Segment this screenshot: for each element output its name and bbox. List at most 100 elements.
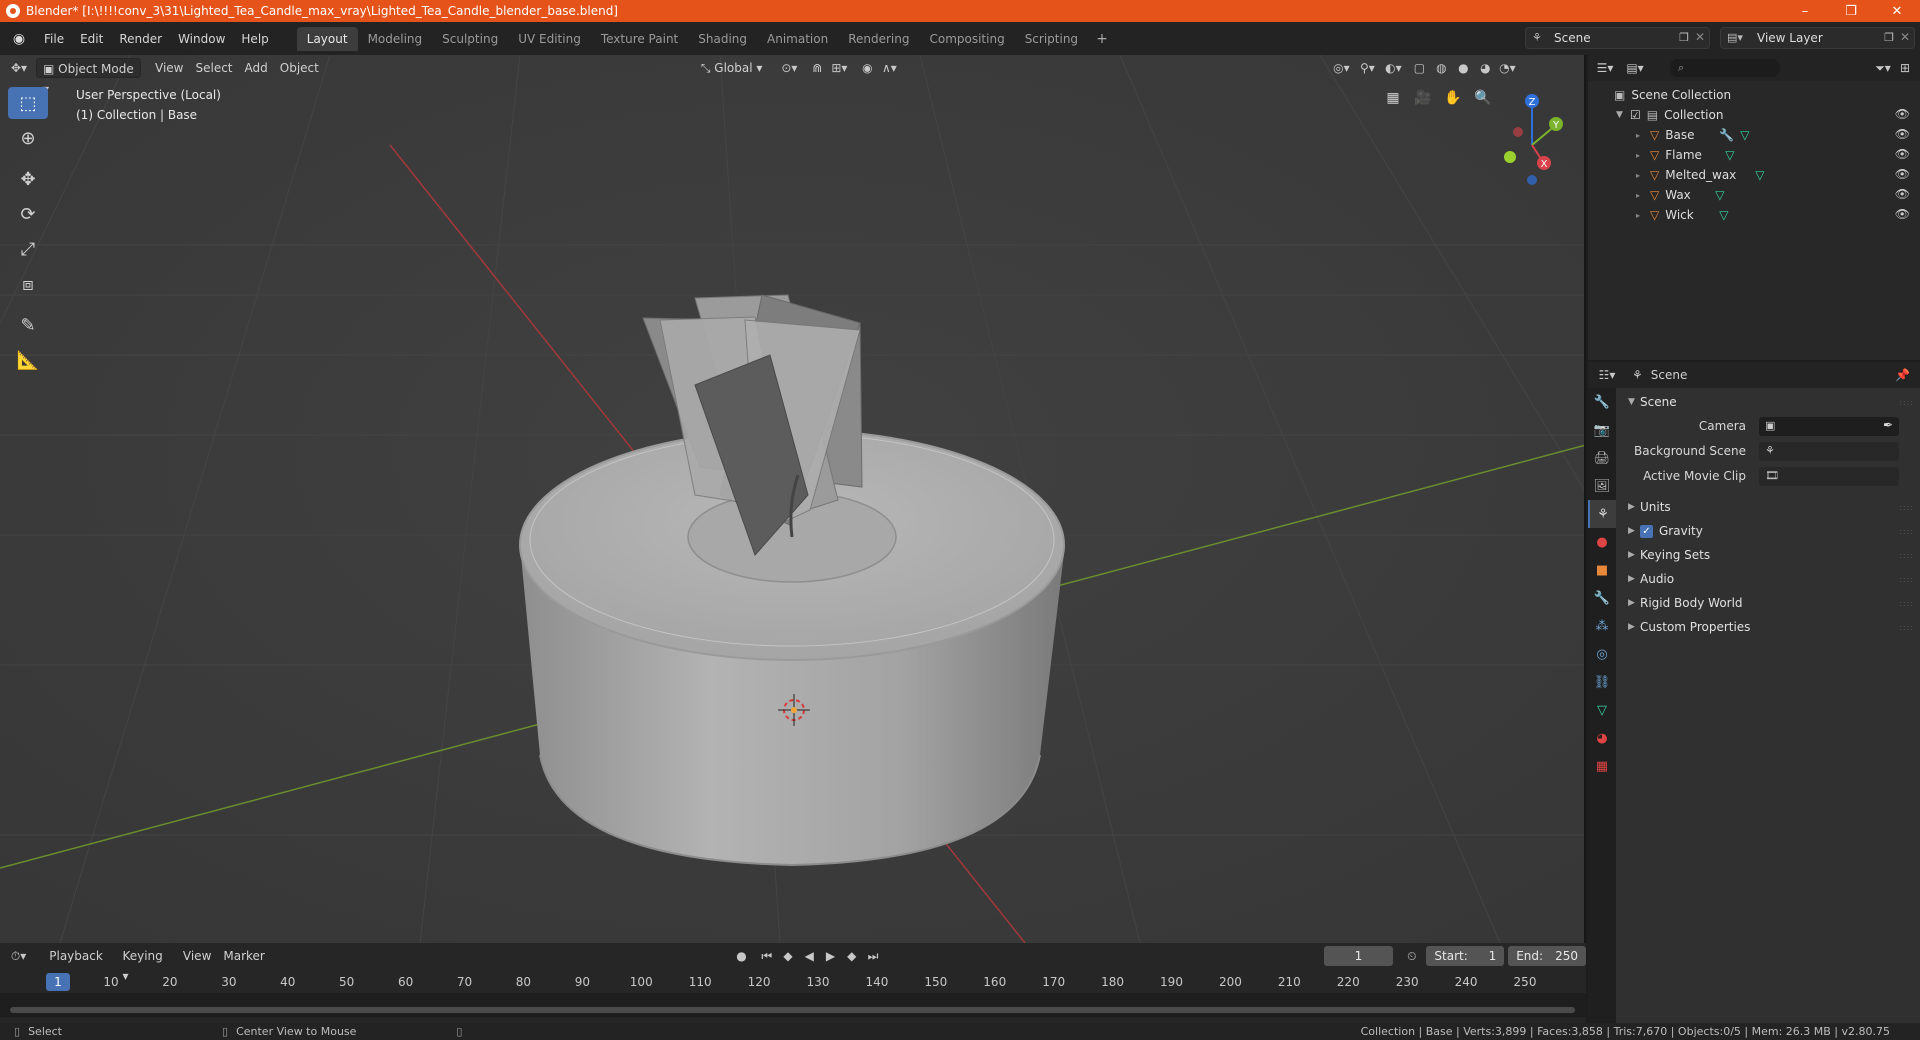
measure-tool-icon[interactable]: 📐 <box>8 344 48 376</box>
pivot-point-icon[interactable]: ⊙▾ <box>778 58 800 78</box>
menu-timeline-view[interactable]: View <box>177 946 217 966</box>
drag-handle-icon[interactable]: :::: <box>1899 398 1914 407</box>
checkbox-icon[interactable]: ☑ <box>1630 108 1641 122</box>
menu-add[interactable]: Add <box>239 58 274 78</box>
background-scene-field[interactable]: ⚘ <box>1759 442 1899 461</box>
menu-file[interactable]: File <box>36 28 72 50</box>
proportional-edit-icon[interactable]: ◉ <box>856 58 878 78</box>
blender-menu-icon[interactable]: ◉ <box>8 28 30 50</box>
view-layer-selector[interactable]: ▤▾ View Layer ❐ ✕ <box>1720 27 1915 49</box>
menu-help[interactable]: Help <box>233 28 276 50</box>
move-tool-icon[interactable]: ✥ <box>8 163 48 195</box>
overlay-icon[interactable]: ◐▾ <box>1382 58 1404 78</box>
select-box-tool-icon[interactable]: ⬚ <box>8 87 48 119</box>
menu-playback[interactable]: Playback ▾ <box>43 946 116 983</box>
close-button[interactable]: ✕ <box>1874 0 1920 22</box>
mode-dropdown[interactable]: ▣ Object Mode ▾ <box>36 58 141 96</box>
camera-field[interactable]: ▣ ✒ <box>1759 417 1899 436</box>
start-frame-field[interactable]: Start: 1 <box>1426 946 1505 966</box>
menu-edit[interactable]: Edit <box>72 28 111 50</box>
render-tab-icon[interactable]: 📷 <box>1588 416 1616 444</box>
outliner-item-wax[interactable]: ▸ ▽ Wax ▽ 👁 <box>1588 185 1920 205</box>
eye-icon[interactable]: 👁 <box>1895 147 1910 161</box>
modifiers-tab-icon[interactable]: 🔧 <box>1588 584 1616 612</box>
tab-modeling[interactable]: Modeling <box>358 27 433 51</box>
gizmo-icon[interactable]: ⚲▾ <box>1356 58 1378 78</box>
scene-collection-row[interactable]: ▣ Scene Collection <box>1588 85 1920 105</box>
object-tab-icon[interactable]: ■ <box>1588 556 1616 584</box>
constraints-tab-icon[interactable]: ⛓ <box>1588 668 1616 696</box>
delete-scene-icon[interactable]: ✕ <box>1695 30 1705 44</box>
tab-uv-editing[interactable]: UV Editing <box>508 27 591 51</box>
tab-animation[interactable]: Animation <box>757 27 838 51</box>
outliner-editor[interactable]: ☰▾ ▤▾ ⌕ ⏷▾ ⊞ ▣ Scene Collection ▼ ☑ ▤ Co… <box>1588 55 1920 360</box>
expand-arrow-icon[interactable]: ▸ <box>1636 171 1650 180</box>
timeline-body[interactable] <box>0 993 1586 1017</box>
add-workspace-button[interactable]: + <box>1088 31 1116 47</box>
pin-icon[interactable]: 📌 <box>1895 368 1910 382</box>
menu-marker[interactable]: Marker <box>217 946 270 966</box>
eyedropper-icon[interactable]: ✒ <box>1883 418 1893 432</box>
drag-handle-icon[interactable]: :::: <box>1899 503 1914 512</box>
neg-x-axis-handle[interactable] <box>1513 127 1523 137</box>
new-view-layer-icon[interactable]: ❐ <box>1884 31 1894 44</box>
auto-keying-clock-icon[interactable]: ⏲ <box>1401 946 1422 966</box>
visibility-icon[interactable]: ◎▾ <box>1330 58 1352 78</box>
expand-arrow-icon[interactable]: ▸ <box>1636 151 1650 160</box>
drag-handle-icon[interactable]: :::: <box>1899 551 1914 560</box>
tab-compositing[interactable]: Compositing <box>919 27 1014 51</box>
eye-icon[interactable]: 👁 <box>1895 207 1910 221</box>
outliner-search-input[interactable]: ⌕ <box>1670 59 1780 77</box>
maximize-button[interactable]: ❐ <box>1828 0 1874 22</box>
drag-handle-icon[interactable]: :::: <box>1899 599 1914 608</box>
outliner-item-wick[interactable]: ▸ ▽ Wick ▽ 👁 <box>1588 205 1920 225</box>
menu-select[interactable]: Select <box>189 58 238 78</box>
collapse-arrow-icon[interactable]: ▼ <box>1616 110 1630 120</box>
snap-icon[interactable]: ⋒ <box>806 58 828 78</box>
texture-tab-icon[interactable]: ▦ <box>1588 752 1616 780</box>
view-layer-tab-icon[interactable]: 🖼 <box>1588 472 1616 500</box>
transform-tool-icon[interactable]: ⧈ <box>8 268 48 300</box>
falloff-icon[interactable]: ∧▾ <box>878 58 900 78</box>
keying-sets-panel-header[interactable]: ▶ Keying Sets :::: <box>1616 543 1920 567</box>
eye-icon[interactable]: 👁 <box>1895 107 1910 121</box>
cursor-tool-icon[interactable]: ⊕ <box>8 122 48 154</box>
scene-panel-header[interactable]: ▼ Scene :::: <box>1616 390 1920 414</box>
record-icon[interactable]: ● <box>731 946 752 966</box>
particles-tab-icon[interactable]: ⁂ <box>1588 612 1616 640</box>
material-tab-icon[interactable]: ◕ <box>1588 724 1616 752</box>
output-tab-icon[interactable]: 🖨 <box>1588 444 1616 472</box>
tab-sculpting[interactable]: Sculpting <box>432 27 508 51</box>
world-tab-icon[interactable]: ● <box>1588 528 1616 556</box>
active-movie-clip-field[interactable]: 🎞 <box>1759 467 1899 486</box>
timeline-editor[interactable]: ⏱▾ Playback ▾ Keying ▾ View Marker ● ⏮ ◆… <box>0 943 1587 1023</box>
current-frame-field[interactable]: 1 <box>1323 946 1394 966</box>
menu-keying[interactable]: Keying ▾ <box>116 946 176 983</box>
new-scene-icon[interactable]: ❐ <box>1679 31 1689 44</box>
snap-target-icon[interactable]: ⊞▾ <box>828 58 850 78</box>
perspective-toggle-icon[interactable]: ▦ <box>1380 85 1406 111</box>
expand-arrow-icon[interactable]: ▸ <box>1636 211 1650 220</box>
3d-viewport[interactable]: ✥▾ ▣ Object Mode ▾ View Select Add Objec… <box>0 55 1586 943</box>
minimize-button[interactable]: – <box>1782 0 1828 22</box>
data-tab-icon[interactable]: ▽ <box>1588 696 1616 724</box>
properties-editor-type-icon[interactable]: ☷▾ <box>1596 365 1618 385</box>
drag-handle-icon[interactable]: :::: <box>1899 527 1914 536</box>
prev-keyframe-icon[interactable]: ◆ <box>777 946 798 966</box>
annotate-tool-icon[interactable]: ✎ <box>8 309 48 341</box>
drag-handle-icon[interactable]: :::: <box>1899 575 1914 584</box>
menu-view[interactable]: View <box>149 58 189 78</box>
units-panel-header[interactable]: ▶ Units :::: <box>1616 495 1920 519</box>
timeline-ruler[interactable]: 1 10 20 30 40 50 60 70 80 90 100 110 120 130 140 150 160… <box>0 971 1586 993</box>
neg-z-axis-handle[interactable] <box>1527 175 1537 185</box>
jump-end-icon[interactable]: ⏭ <box>862 946 883 966</box>
tab-scripting[interactable]: Scripting <box>1015 27 1088 51</box>
transform-orientation-dropdown[interactable]: ⤡ Global ▾ <box>695 58 769 78</box>
tab-shading[interactable]: Shading <box>688 27 757 51</box>
jump-start-icon[interactable]: ⏮ <box>756 946 777 966</box>
outliner-item-flame[interactable]: ▸ ▽ Flame ▽ 👁 <box>1588 145 1920 165</box>
eye-icon[interactable]: 👁 <box>1895 127 1910 141</box>
expand-arrow-icon[interactable]: ▸ <box>1636 191 1650 200</box>
eye-icon[interactable]: 👁 <box>1895 167 1910 181</box>
outliner-item-melted-wax[interactable]: ▸ ▽ Melted_wax ▽ 👁 <box>1588 165 1920 185</box>
